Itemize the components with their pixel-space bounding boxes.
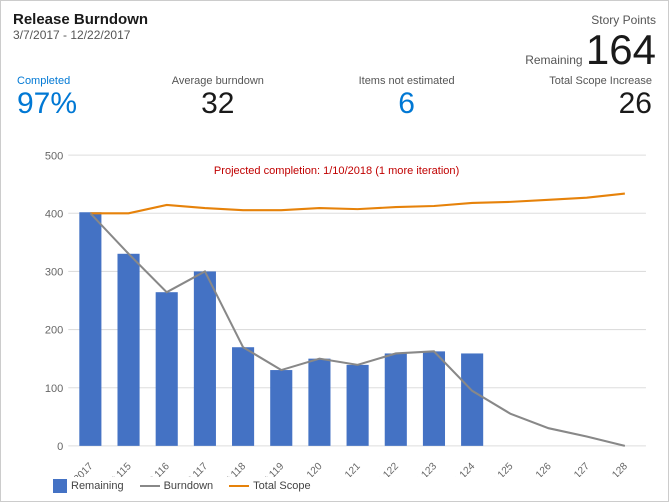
bar-10 <box>461 353 483 445</box>
bar-4 <box>232 347 254 446</box>
svg-text:Sprint 126: Sprint 126 <box>514 461 554 477</box>
bar-9 <box>423 351 445 445</box>
svg-text:3/7/2017: 3/7/2017 <box>60 461 95 477</box>
bar-6 <box>308 359 330 446</box>
svg-text:200: 200 <box>45 325 63 337</box>
bar-0 <box>79 212 101 446</box>
completed-label: Completed <box>17 75 70 87</box>
svg-text:Sprint 116: Sprint 116 <box>132 461 172 477</box>
svg-text:Sprint 117: Sprint 117 <box>171 461 211 477</box>
svg-text:Projected completion: 1/10/201: Projected completion: 1/10/2018 (1 more … <box>214 165 460 177</box>
story-points-value: 164 <box>586 26 656 73</box>
header: Release Burndown 3/7/2017 - 12/22/2017 S… <box>13 11 656 71</box>
completed-value: 97% <box>17 87 77 120</box>
date-range: 3/7/2017 - 12/22/2017 <box>13 28 148 42</box>
legend-total-scope: Total Scope <box>229 480 310 492</box>
legend-burndown: Burndown <box>140 480 214 492</box>
svg-text:Sprint 125: Sprint 125 <box>475 461 515 477</box>
svg-text:Sprint 118: Sprint 118 <box>209 461 249 477</box>
bar-8 <box>385 353 407 445</box>
legend-remaining: Remaining <box>53 479 124 493</box>
burndown-label: Burndown <box>164 480 214 492</box>
svg-text:Sprint 127: Sprint 127 <box>552 461 592 477</box>
legend: Remaining Burndown Total Scope <box>13 479 656 493</box>
svg-text:Sprint 119: Sprint 119 <box>247 461 287 477</box>
total-scope-line <box>90 194 624 214</box>
svg-text:Sprint 128: Sprint 128 <box>590 461 630 477</box>
total-scope-stat: Total Scope Increase 26 <box>549 75 652 120</box>
svg-text:100: 100 <box>45 383 63 395</box>
chart-title: Release Burndown <box>13 11 148 28</box>
items-not-estimated-value: 6 <box>398 87 415 120</box>
bar-1 <box>117 254 139 446</box>
total-scope-value: 26 <box>619 87 652 120</box>
dashboard-container: Release Burndown 3/7/2017 - 12/22/2017 S… <box>0 0 669 502</box>
svg-text:Sprint 115: Sprint 115 <box>94 461 134 477</box>
svg-text:Sprint 122: Sprint 122 <box>361 461 401 477</box>
items-not-estimated-label: Items not estimated <box>359 75 455 87</box>
svg-text:Sprint 123: Sprint 123 <box>399 461 439 477</box>
svg-text:Sprint 124: Sprint 124 <box>437 461 477 477</box>
remaining-icon <box>53 479 67 493</box>
x-axis-labels: 3/7/2017 Sprint 115 Sprint 116 Sprint 11… <box>60 461 630 477</box>
bar-3 <box>194 271 216 445</box>
svg-text:Sprint 121: Sprint 121 <box>323 461 363 477</box>
bar-2 <box>156 292 178 446</box>
avg-burndown-label: Average burndown <box>172 75 264 87</box>
svg-text:300: 300 <box>45 266 63 278</box>
svg-text:0: 0 <box>57 441 63 453</box>
avg-burndown-stat: Average burndown 32 <box>172 75 264 120</box>
avg-burndown-value: 32 <box>201 87 234 120</box>
total-scope-icon <box>229 485 249 487</box>
remaining-label: Remaining <box>71 480 124 492</box>
chart-svg: 0 100 200 300 400 500 Projected completi… <box>13 124 656 477</box>
bar-5 <box>270 370 292 446</box>
total-scope-label: Total Scope <box>253 480 310 492</box>
header-left: Release Burndown 3/7/2017 - 12/22/2017 <box>13 11 148 42</box>
header-right: Story Points Remaining 164 <box>525 11 656 71</box>
completed-stat: Completed 97% <box>17 75 77 120</box>
burndown-icon <box>140 485 160 487</box>
svg-text:Sprint 120: Sprint 120 <box>285 461 325 477</box>
chart-area: 0 100 200 300 400 500 Projected completi… <box>13 124 656 477</box>
bar-7 <box>347 365 369 446</box>
svg-text:500: 500 <box>45 150 63 162</box>
items-not-estimated-stat: Items not estimated 6 <box>359 75 455 120</box>
svg-text:400: 400 <box>45 208 63 220</box>
total-scope-label: Total Scope Increase <box>549 75 652 87</box>
stats-row: Completed 97% Average burndown 32 Items … <box>13 75 656 120</box>
